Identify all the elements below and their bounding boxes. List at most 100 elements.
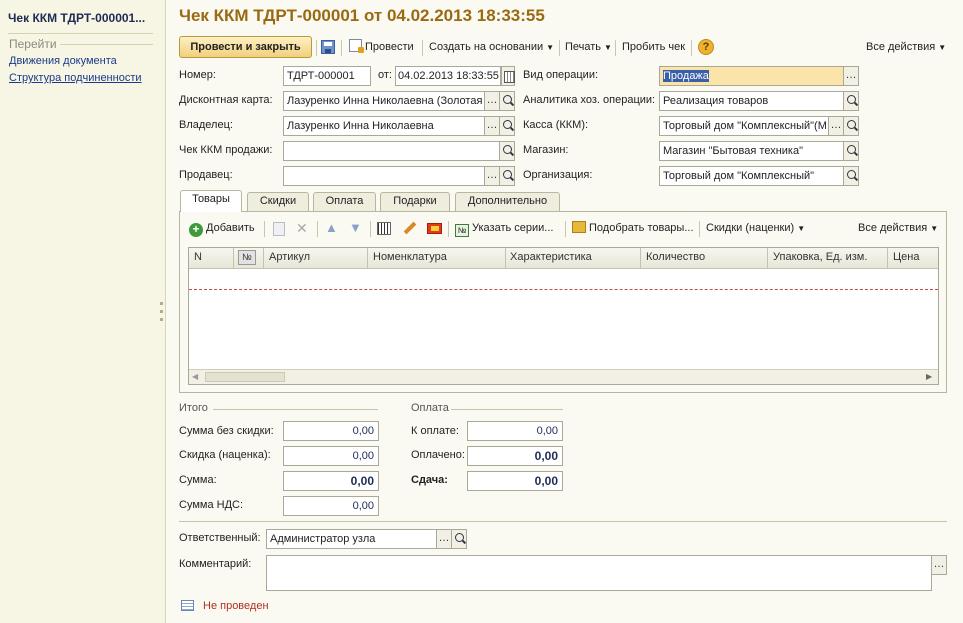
column-divider (367, 248, 368, 269)
add-button[interactable]: + Добавить (189, 218, 255, 239)
post-button[interactable]: Провести (349, 37, 414, 58)
sidebar-title: Чек ККМ ТДРТ-000001... (8, 11, 146, 25)
to-pay-label: К оплате: (411, 425, 459, 437)
discount-label: Скидка (наценка): (179, 449, 271, 461)
totals-divider (213, 409, 378, 410)
copy-icon[interactable] (273, 222, 285, 236)
sale-check-field[interactable] (283, 141, 500, 161)
seller-label: Продавец: (179, 169, 233, 181)
series-number-icon: № (455, 224, 469, 237)
move-up-icon[interactable]: ▲ (325, 220, 338, 235)
scroll-left-icon[interactable]: ◀ (192, 372, 198, 381)
tab-gifts[interactable]: Подарки (380, 192, 450, 211)
move-down-icon[interactable]: ▼ (349, 220, 362, 235)
link-document-movements[interactable]: Движения документа (9, 55, 117, 67)
calendar-icon[interactable] (501, 66, 515, 86)
column-header-nomenclature[interactable]: Номенклатура (373, 251, 447, 263)
search-icon[interactable] (451, 529, 467, 549)
chevron-down-icon: ▼ (546, 43, 555, 52)
to-pay-field: 0,00 (467, 421, 563, 441)
store-field[interactable]: Магазин "Бытовая техника" (659, 141, 844, 161)
tab-additional[interactable]: Дополнительно (455, 192, 560, 211)
comment-edit-button[interactable]: … (931, 555, 947, 575)
help-icon[interactable]: ? (698, 39, 714, 55)
column-header-package-unit[interactable]: Упаковка, Ед. изм. (773, 251, 867, 263)
owner-field[interactable]: Лазуренко Инна Николаевна (283, 116, 485, 136)
discount-card-field[interactable]: Лазуренко Инна Николаевна (Золотая (283, 91, 485, 111)
search-icon[interactable] (499, 91, 515, 111)
delete-icon[interactable]: ✕ (296, 220, 308, 237)
column-header-number[interactable]: № (238, 250, 256, 265)
column-header-article[interactable]: Артикул (269, 251, 310, 263)
toolbar-divider (317, 221, 318, 237)
save-icon[interactable] (321, 40, 335, 54)
search-icon[interactable] (843, 116, 859, 136)
toolbar-divider (341, 40, 342, 56)
create-based-on-label: Создать на основании (429, 41, 544, 53)
splitter-grip[interactable] (160, 310, 163, 313)
post-and-close-button[interactable]: Провести и закрыть (179, 36, 312, 58)
chevron-down-icon: ▼ (930, 224, 939, 233)
punch-receipt-button[interactable]: Пробить чек (622, 37, 685, 58)
select-button[interactable]: … (484, 91, 500, 111)
analytics-field[interactable]: Реализация товаров (659, 91, 844, 111)
select-button[interactable]: … (843, 66, 859, 86)
payment-divider (451, 409, 563, 410)
all-actions-button[interactable]: Все действия ▼ (866, 37, 946, 58)
cash-register-label: Касса (ККМ): (523, 119, 589, 131)
search-icon[interactable] (843, 141, 859, 161)
posting-status: Не проведен (203, 600, 269, 612)
seller-field[interactable] (283, 166, 485, 186)
vat-label: Сумма НДС: (179, 499, 244, 511)
toolbar-divider (691, 40, 692, 56)
select-button[interactable]: … (828, 116, 844, 136)
print-button[interactable]: Печать ▼ (565, 37, 612, 58)
discounts-markups-button[interactable]: Скидки (наценки) ▼ (706, 218, 805, 239)
operation-type-field[interactable]: Продажа (659, 66, 844, 86)
select-button[interactable]: … (484, 166, 500, 186)
date-field[interactable]: 04.02.2013 18:33:55 (395, 66, 501, 86)
responsible-field[interactable]: Администратор узла (266, 529, 437, 549)
tab-payment[interactable]: Оплата (313, 192, 376, 211)
chevron-down-icon: ▼ (604, 43, 612, 52)
paid-label: Оплачено: (411, 449, 465, 461)
discount-card-icon[interactable] (427, 223, 442, 234)
scroll-right-icon[interactable]: ▶ (926, 372, 932, 381)
number-field[interactable]: ТДРТ-000001 (283, 66, 371, 86)
date-label: от: (378, 69, 392, 81)
organization-field[interactable]: Торговый дом "Комплексный" (659, 166, 844, 186)
cash-register-field[interactable]: Торговый дом "Комплексный"(М (659, 116, 829, 136)
link-subordination-structure[interactable]: Структура подчиненности (9, 72, 142, 84)
select-button[interactable]: … (436, 529, 452, 549)
goods-all-actions-button[interactable]: Все действия ▼ (858, 218, 938, 239)
search-icon[interactable] (499, 141, 515, 161)
column-header-quantity[interactable]: Количество (646, 251, 705, 263)
footer-divider (179, 521, 947, 522)
search-icon[interactable] (843, 91, 859, 111)
search-icon[interactable] (843, 166, 859, 186)
horizontal-scrollbar[interactable]: ◀ ▶ (189, 369, 938, 384)
barcode-icon[interactable] (377, 222, 391, 235)
post-doc-icon (349, 39, 364, 53)
comment-field[interactable] (266, 555, 932, 591)
create-based-on-button[interactable]: Создать на основании ▼ (429, 37, 554, 58)
discount-field: 0,00 (283, 446, 379, 466)
search-icon[interactable] (499, 166, 515, 186)
splitter-grip[interactable] (160, 302, 163, 305)
column-header-n[interactable]: N (194, 251, 202, 263)
column-header-price[interactable]: Цена (893, 251, 919, 263)
pick-goods-button[interactable]: Подобрать товары... (572, 218, 694, 239)
paid-field: 0,00 (467, 446, 563, 466)
select-button[interactable]: … (484, 116, 500, 136)
goods-table[interactable]: N № Артикул Номенклатура Характеристика … (188, 247, 939, 385)
search-icon[interactable] (499, 116, 515, 136)
pick-goods-label: Подобрать товары... (589, 222, 694, 234)
add-icon: + (189, 223, 203, 237)
tab-goods[interactable]: Товары (180, 190, 242, 212)
tab-discounts[interactable]: Скидки (247, 192, 309, 211)
scrollbar-thumb[interactable] (205, 372, 285, 382)
specify-series-button[interactable]: № Указать серии... (455, 218, 553, 239)
sum-no-discount-label: Сумма без скидки: (179, 425, 274, 437)
column-header-characteristic[interactable]: Характеристика (510, 251, 592, 263)
splitter-grip[interactable] (160, 318, 163, 321)
